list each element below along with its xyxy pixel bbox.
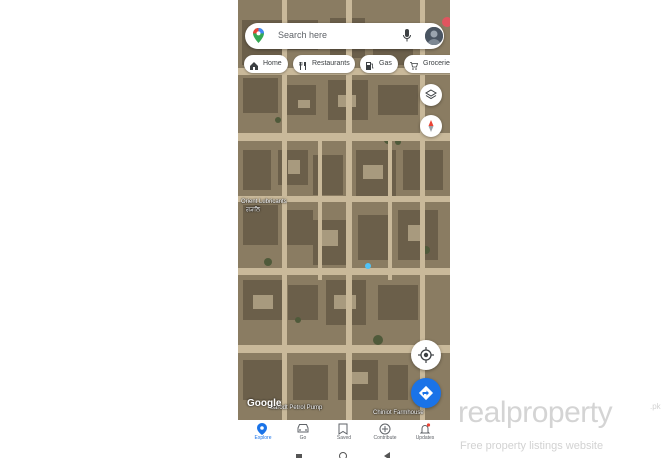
fork-knife-icon xyxy=(298,60,307,78)
watermark-brand: realproperty xyxy=(458,396,613,429)
avatar[interactable] xyxy=(425,27,443,45)
nav-updates[interactable]: Updates xyxy=(404,420,446,446)
microphone-icon[interactable] xyxy=(403,29,411,47)
directions-button[interactable] xyxy=(411,378,441,408)
nav-go-label: Go xyxy=(299,435,307,441)
chip-groceries-label: Groceries xyxy=(423,60,450,67)
nav-explore[interactable]: Explore xyxy=(242,420,284,446)
nav-go[interactable]: Go xyxy=(282,420,324,446)
layers-button[interactable] xyxy=(420,84,442,106)
cart-icon xyxy=(410,60,419,78)
nav-saved[interactable]: Saved xyxy=(323,420,365,446)
home-circle-icon[interactable] xyxy=(339,452,347,458)
my-location-button[interactable] xyxy=(411,340,441,370)
chip-groceries[interactable]: Groceries xyxy=(404,55,450,73)
search-input[interactable]: Search here xyxy=(278,30,327,40)
nav-saved-label: Saved xyxy=(336,435,352,441)
search-bar[interactable]: Search here xyxy=(245,23,444,49)
notification-dot xyxy=(442,17,450,27)
watermark-suffix: .pk xyxy=(650,402,661,411)
map-label-oriental-lubricants[interactable]: Orient Lubricants xyxy=(241,199,287,205)
phone-screen: Search here Home Restaurants Gas Groceri… xyxy=(238,0,450,458)
home-icon xyxy=(250,60,258,78)
chip-home[interactable]: Home xyxy=(244,55,288,73)
chip-gas-label: Gas xyxy=(379,60,392,67)
nav-explore-label: Explore xyxy=(254,435,272,441)
gas-pump-icon xyxy=(366,60,374,78)
map-label-chiniot[interactable]: Chiniot Farmhouse xyxy=(373,410,424,416)
compass-button[interactable] xyxy=(420,115,442,137)
google-maps-pin-icon xyxy=(253,28,264,48)
realproperty-watermark: realproperty .pk Free property listings … xyxy=(450,390,668,458)
back-icon[interactable] xyxy=(384,452,390,458)
map-label-oriental-sub: ਗੜਲਿ xyxy=(246,207,261,213)
chip-restaurants-label: Restaurants xyxy=(312,60,350,67)
watermark-tagline: Free property listings website xyxy=(460,440,604,452)
nav-contribute-label: Contribute xyxy=(373,435,397,441)
chip-restaurants[interactable]: Restaurants xyxy=(293,55,355,73)
category-chips: Home Restaurants Gas Groceries xyxy=(244,55,450,75)
chip-gas[interactable]: Gas xyxy=(360,55,398,73)
google-logo: Google xyxy=(247,398,282,409)
nav-contribute[interactable]: Contribute xyxy=(364,420,406,446)
bottom-navigation: Explore Go Saved Contribute Updates xyxy=(238,420,450,446)
system-navigation-bar xyxy=(238,446,450,458)
nav-updates-label: Updates xyxy=(415,435,435,441)
chip-home-label: Home xyxy=(263,60,282,67)
recents-icon[interactable] xyxy=(296,454,302,458)
